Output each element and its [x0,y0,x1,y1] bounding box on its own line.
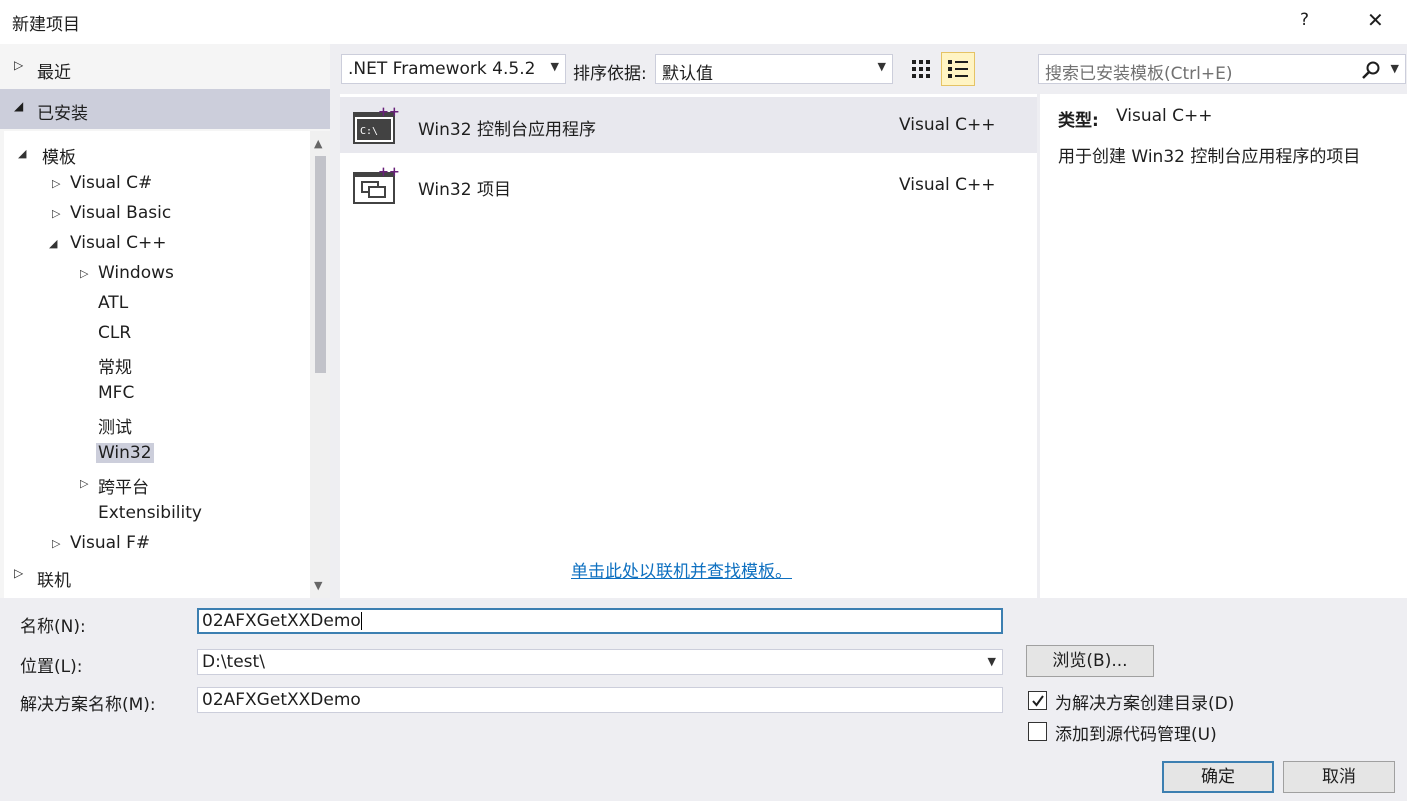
location-label: 位置(L): [20,657,83,677]
help-button[interactable]: ? [1300,10,1309,30]
win32-project-icon: ++ [353,165,400,204]
expand-arrow-icon: ▷ [80,267,89,280]
dropdown-arrow-icon: ▼ [877,60,886,73]
close-button[interactable]: ✕ [1367,8,1384,32]
add-to-source-control-checkbox[interactable]: 添加到源代码管理(U) [1028,719,1348,745]
name-label: 名称(N): [20,617,86,637]
solution-name-input[interactable]: 02AFXGetXXDemo [197,687,1003,713]
expand-arrow-icon: ▷ [52,177,61,190]
tree-scrollbar[interactable]: ▲ ▼ [310,131,330,598]
svg-text:++: ++ [378,165,400,180]
browse-button[interactable]: 浏览(B)... [1026,645,1154,677]
expand-arrow-icon: ▷ [14,58,24,72]
sort-dropdown[interactable]: 默认值 ▼ [655,54,893,84]
framework-dropdown[interactable]: .NET Framework 4.5.2 ▼ [341,54,566,84]
template-category-pane: ▷ 最近 ◢ 已安装 ◢ 模板 ▷ Visual C# ▷ Visual Bas… [0,44,330,598]
type-value: Visual C++ [1116,106,1213,126]
small-icons-view-button[interactable] [904,52,938,86]
list-view-icon [948,60,968,78]
cancel-button[interactable]: 取消 [1283,761,1395,793]
create-solution-dir-checkbox[interactable]: 为解决方案创建目录(D) [1028,688,1348,714]
checkbox-checked-icon[interactable] [1028,691,1047,710]
template-description: 用于创建 Win32 控制台应用程序的项目 [1058,147,1361,167]
template-list: C:\ ++ Win32 控制台应用程序 Visual C++ ++ Win32… [340,94,1037,598]
search-icon[interactable] [1361,60,1381,80]
checkbox-unchecked-icon[interactable] [1028,722,1047,741]
sort-label: 排序依据: [573,64,647,84]
category-installed[interactable]: ◢ 已安装 [0,89,330,129]
expand-arrow-icon: ▷ [80,477,89,490]
template-row-win32-console[interactable]: C:\ ++ Win32 控制台应用程序 Visual C++ [340,97,1037,153]
category-recent[interactable]: ▷ 最近 [0,48,330,88]
dropdown-arrow-icon: ▼ [550,60,559,73]
type-label: 类型: [1058,111,1099,131]
dropdown-arrow-icon[interactable]: ▼ [988,655,996,668]
collapse-arrow-icon: ◢ [18,147,27,160]
template-row-win32-project[interactable]: ++ Win32 项目 Visual C++ [340,157,1037,213]
template-search-input[interactable]: 搜索已安装模板(Ctrl+E) ▼ [1038,54,1406,84]
dialog-title: 新建项目 [12,15,80,35]
scrollbar-thumb[interactable] [315,156,326,373]
expand-arrow-icon: ▷ [52,207,61,220]
svg-text:C:\: C:\ [360,126,378,137]
ok-button[interactable]: 确定 [1162,761,1274,793]
text-cursor [360,612,362,630]
expand-arrow-icon: ▷ [14,566,24,580]
find-templates-online-link[interactable]: 单击此处以联机并查找模板。 [571,557,792,582]
details-view-button[interactable] [941,52,975,86]
title-bar: 新建项目 ? ✕ [0,0,1407,44]
svg-text:++: ++ [378,105,400,120]
location-combobox[interactable]: D:\test\ ▼ [197,649,1003,675]
expand-arrow-icon: ▷ [52,537,61,550]
collapse-arrow-icon: ◢ [49,237,58,250]
category-online[interactable]: ▷ 联机 [0,556,330,596]
project-name-input[interactable]: 02AFXGetXXDemo [197,608,1003,634]
template-tree: ◢ 模板 ▷ Visual C# ▷ Visual Basic ◢ Visual… [4,131,330,598]
collapse-arrow-icon: ◢ [14,99,24,113]
search-options-icon[interactable]: ▼ [1391,62,1399,75]
scroll-up-icon[interactable]: ▲ [314,137,322,150]
grid-view-icon [912,60,930,78]
console-app-icon: C:\ ++ [353,105,400,144]
solution-name-label: 解决方案名称(M): [20,695,156,715]
template-details-pane: 类型: Visual C++ 用于创建 Win32 控制台应用程序的项目 [1040,94,1407,598]
